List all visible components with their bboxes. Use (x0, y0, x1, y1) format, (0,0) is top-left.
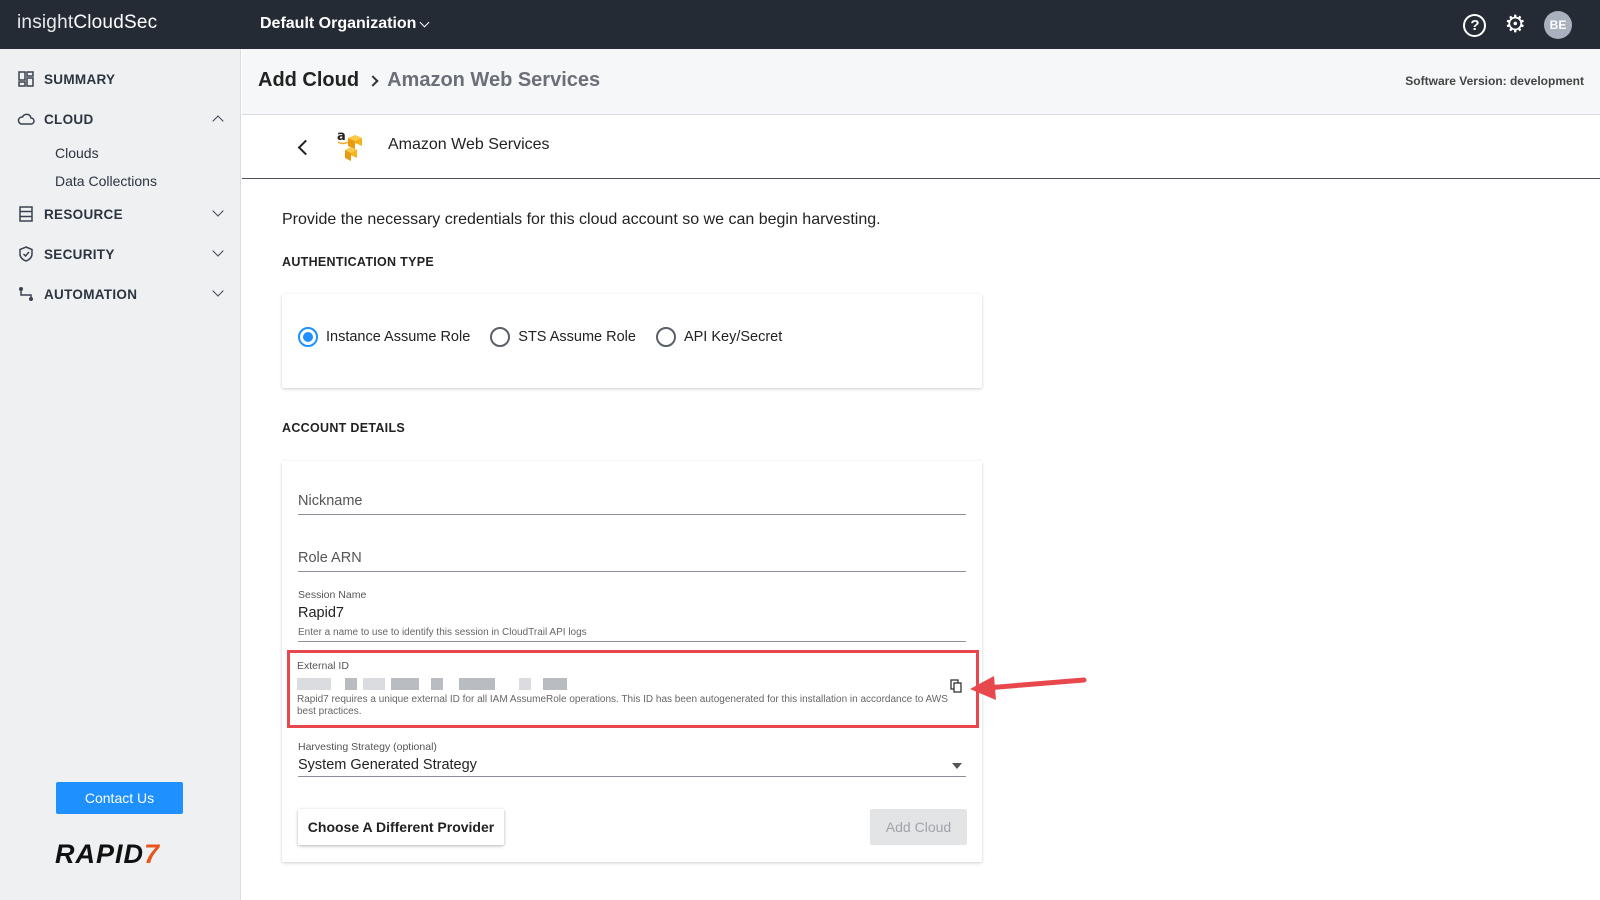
avatar[interactable]: BE (1544, 11, 1572, 39)
sidebar-item-cloud[interactable]: CLOUD (17, 107, 227, 131)
role-arn-placeholder: Role ARN (298, 550, 362, 566)
breadcrumb-current: Amazon Web Services (387, 69, 601, 91)
role-arn-field[interactable]: Role ARN (298, 550, 966, 572)
page-header: Add Cloud Amazon Web Services Software V… (242, 49, 1600, 115)
harvesting-strategy-value: System Generated Strategy (298, 757, 477, 773)
cloud-icon (17, 110, 35, 128)
dashboard-icon (17, 70, 35, 88)
annotation-arrow-icon (970, 676, 1087, 700)
rapid7-logo: RAPID7 (55, 839, 161, 869)
sidebar-item-label: RESOURCE (44, 206, 123, 222)
intro-text: Provide the necessary credentials for th… (282, 211, 881, 228)
chevron-right-icon (367, 74, 379, 87)
add-cloud-button[interactable]: Add Cloud (870, 809, 967, 845)
highlight-box (287, 650, 979, 728)
harvesting-strategy-label: Harvesting Strategy (optional) (298, 741, 437, 753)
breadcrumb-add-cloud[interactable]: Add Cloud (258, 69, 359, 92)
authentication-card: Instance Assume Role STS Assume Role API… (282, 294, 982, 388)
radio-unchecked-icon (655, 327, 676, 347)
gear-icon[interactable]: ⚙ (1504, 13, 1526, 37)
sidebar-subitem-clouds[interactable]: Clouds (55, 145, 99, 161)
choose-different-provider-button[interactable]: Choose A Different Provider (298, 809, 504, 845)
sidebar-item-label: AUTOMATION (44, 286, 138, 302)
sidebar-item-label: SECURITY (44, 246, 115, 262)
session-name-hint: Enter a name to use to identify this ses… (298, 627, 587, 638)
harvesting-strategy-select[interactable]: Harvesting Strategy (optional) System Ge… (298, 741, 966, 777)
account-details-heading: ACCOUNT DETAILS (282, 421, 406, 435)
sidebar-subitem-data-collections[interactable]: Data Collections (55, 173, 157, 189)
chevron-down-icon (420, 17, 430, 27)
chevron-down-icon (212, 205, 224, 217)
session-name-value: Rapid7 (298, 605, 344, 621)
sidebar-item-summary[interactable]: SUMMARY (17, 67, 227, 91)
sidebar: SUMMARY CLOUD Clouds Data Collections RE… (0, 49, 241, 900)
radio-api-key-secret[interactable]: API Key/Secret (655, 327, 782, 347)
shield-icon (17, 245, 35, 263)
organization-name: Default Organization (260, 15, 417, 32)
radio-unchecked-icon (490, 327, 511, 347)
nickname-placeholder: Nickname (298, 493, 363, 509)
aws-logo-icon: a (337, 129, 362, 161)
sidebar-item-label: CLOUD (44, 111, 94, 127)
back-button[interactable] (292, 135, 316, 159)
nickname-field[interactable]: Nickname (298, 493, 966, 515)
radio-sts-assume-role[interactable]: STS Assume Role (490, 327, 636, 347)
sidebar-item-security[interactable]: SECURITY (17, 242, 227, 266)
sidebar-item-automation[interactable]: AUTOMATION (17, 282, 227, 306)
dropdown-arrow-icon (952, 763, 962, 769)
sidebar-item-label: SUMMARY (44, 71, 116, 87)
resource-icon (17, 205, 35, 223)
chevron-down-icon (212, 285, 224, 297)
software-version: Software Version: development (1405, 74, 1584, 88)
provider-bar: a Amazon Web Services (242, 115, 1600, 179)
session-name-field[interactable]: Session Name Rapid7 Enter a name to use … (298, 589, 966, 642)
session-name-label: Session Name (298, 589, 367, 601)
radio-instance-assume-role[interactable]: Instance Assume Role (298, 327, 470, 347)
radio-checked-icon (298, 327, 318, 347)
automation-icon (17, 285, 35, 303)
sidebar-item-resource[interactable]: RESOURCE (17, 202, 227, 226)
contact-us-button[interactable]: Contact Us (56, 782, 183, 814)
organization-selector[interactable]: Default Organization (260, 15, 430, 33)
top-bar: insightCloudSec Default Organization ? ⚙… (0, 0, 1600, 49)
authentication-type-heading: AUTHENTICATION TYPE (282, 255, 434, 269)
breadcrumb: Add Cloud Amazon Web Services (258, 69, 600, 92)
help-icon[interactable]: ? (1463, 13, 1487, 37)
provider-name: Amazon Web Services (388, 136, 550, 153)
chevron-down-icon (212, 245, 224, 257)
chevron-up-icon (212, 115, 224, 127)
app-logo[interactable]: insightCloudSec (17, 12, 157, 34)
